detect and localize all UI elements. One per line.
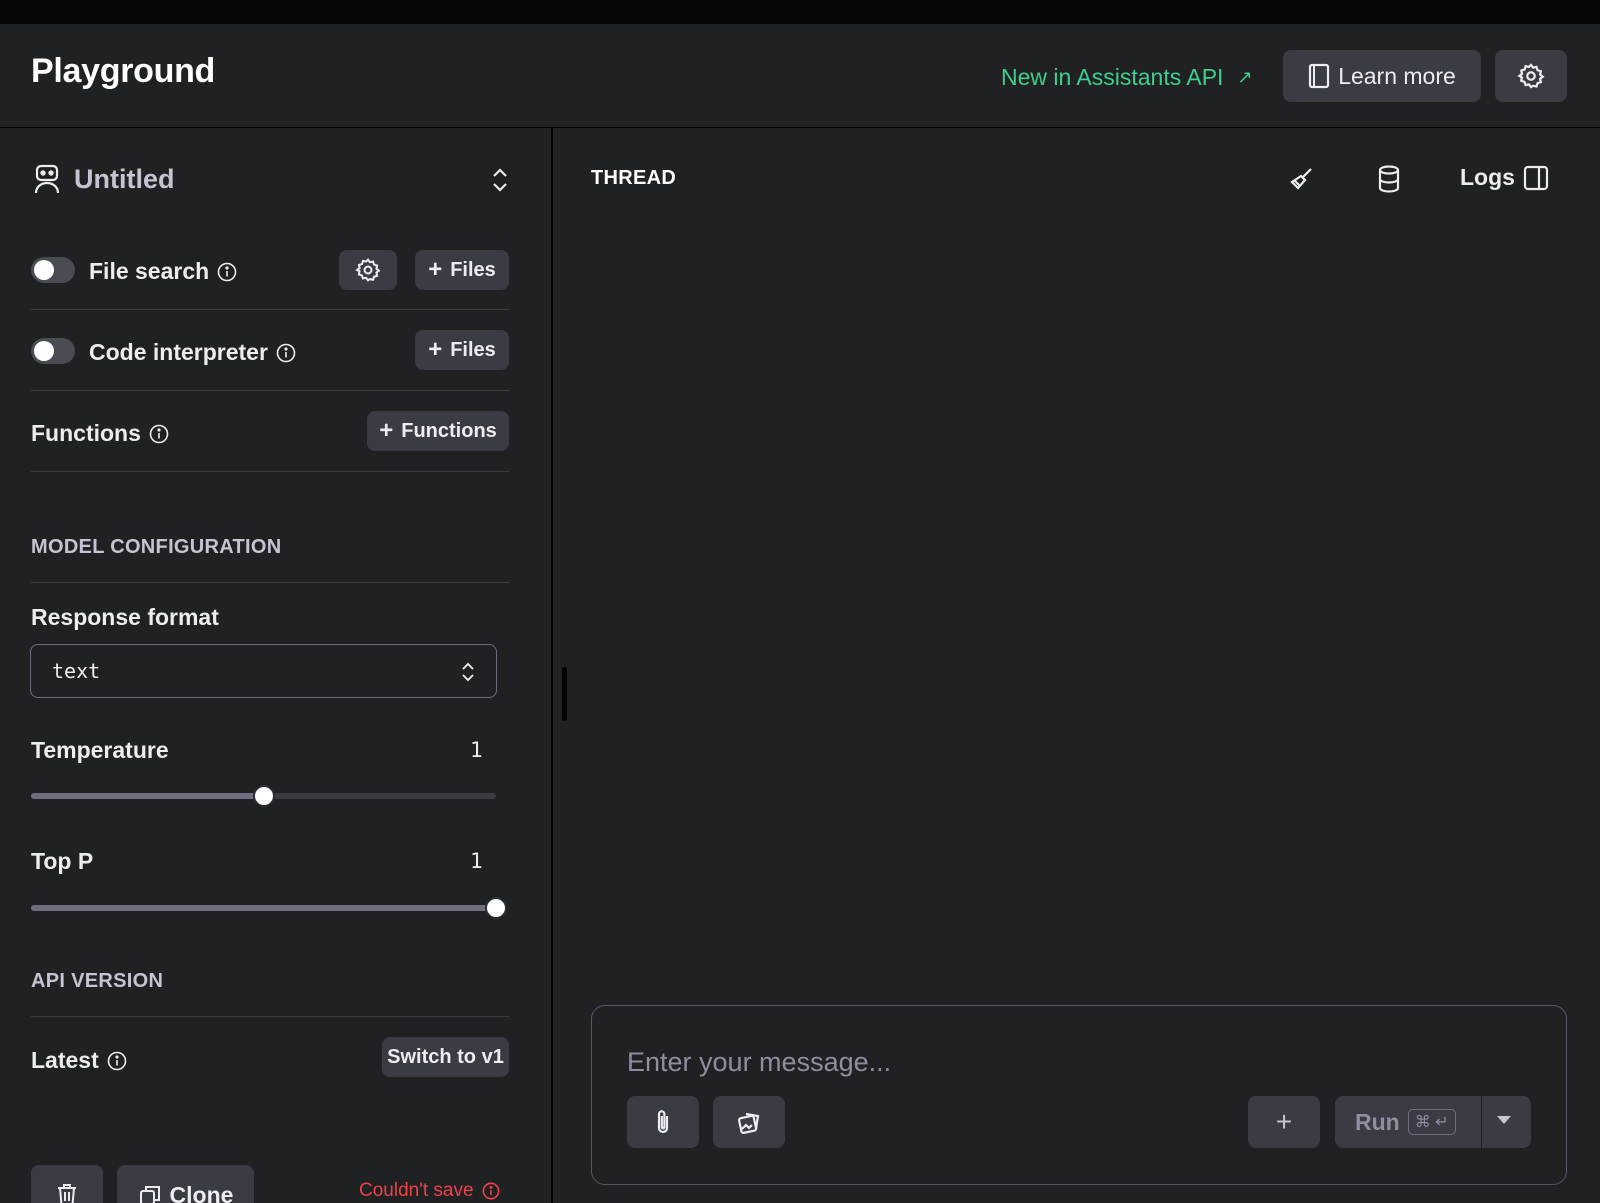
robot-icon — [34, 164, 60, 194]
image-stack-icon — [737, 1112, 760, 1135]
database-icon[interactable] — [1377, 165, 1401, 193]
clone-label: Clone — [169, 1181, 234, 1203]
new-link-label: New in Assistants API — [1001, 64, 1224, 90]
add-files-label: Files — [450, 258, 496, 281]
resize-handle[interactable] — [562, 667, 567, 721]
attach-button[interactable] — [627, 1096, 699, 1148]
top-p-fill — [31, 905, 496, 911]
divider — [31, 390, 509, 391]
panel-divider — [551, 128, 553, 1203]
message-composer — [591, 1005, 1567, 1185]
copy-icon — [139, 1186, 160, 1203]
logs-label: Logs — [1460, 164, 1515, 190]
add-functions-button[interactable]: + Functions — [367, 411, 509, 451]
run-divider — [1481, 1096, 1482, 1148]
chevron-down-icon[interactable] — [1497, 1116, 1511, 1124]
response-format-value: text — [52, 659, 101, 683]
new-in-assistants-link[interactable]: New in Assistants API ↗ — [1001, 64, 1253, 91]
book-icon — [1309, 63, 1330, 89]
assistant-selector[interactable]: Untitled — [32, 163, 175, 195]
temperature-knob[interactable] — [253, 785, 275, 807]
temperature-label: Temperature — [31, 737, 169, 763]
code-interpreter-add-files-button[interactable]: + Files — [415, 330, 509, 370]
model-configuration-heading: MODEL CONFIGURATION — [31, 536, 282, 558]
response-format-label: Response format — [31, 604, 219, 630]
save-status-label: Couldn't save — [359, 1180, 474, 1201]
file-search-row: File search — [89, 258, 237, 285]
chevron-updown-icon[interactable] — [489, 166, 511, 194]
learn-more-label: Learn more — [1338, 62, 1456, 89]
file-search-add-files-button[interactable]: + Files — [415, 250, 509, 290]
thread-heading: THREAD — [591, 167, 677, 189]
chevron-updown-icon — [462, 662, 474, 682]
gear-icon — [355, 258, 381, 282]
divider — [31, 1016, 509, 1017]
file-search-toggle[interactable] — [31, 257, 75, 283]
top-p-label: Top P — [31, 848, 94, 874]
add-files-label: Files — [450, 338, 496, 361]
run-button[interactable]: Run ⌘ ↵ — [1335, 1096, 1531, 1148]
code-interpreter-label: Code interpreter — [89, 339, 268, 365]
file-search-settings-button[interactable] — [339, 250, 397, 290]
gear-icon — [1517, 63, 1545, 89]
top-p-value: 1 — [470, 849, 483, 873]
file-search-label: File search — [89, 258, 210, 284]
add-functions-label: Functions — [401, 419, 497, 442]
clone-button[interactable]: Clone — [117, 1165, 254, 1203]
external-arrow-icon: ↗ — [1237, 67, 1253, 87]
api-version-row: Latest — [31, 1047, 127, 1074]
add-message-button[interactable]: + — [1248, 1096, 1320, 1148]
temperature-value: 1 — [470, 738, 483, 762]
learn-more-button[interactable]: Learn more — [1283, 50, 1481, 102]
functions-row: Functions — [31, 420, 169, 447]
divider — [31, 309, 509, 310]
images-button[interactable] — [713, 1096, 785, 1148]
sidebar-panel-icon — [1523, 165, 1549, 190]
trash-icon — [58, 1184, 76, 1203]
info-icon[interactable] — [149, 424, 169, 444]
message-input[interactable] — [627, 1040, 1427, 1084]
page-title: Playground — [31, 52, 216, 90]
save-status: Couldn't save — [359, 1180, 500, 1202]
logs-button[interactable]: Logs — [1460, 164, 1549, 191]
code-interpreter-row: Code interpreter — [89, 339, 296, 366]
plus-icon: + — [428, 256, 443, 283]
response-format-select[interactable]: text — [30, 644, 497, 698]
top-p-knob[interactable] — [485, 897, 507, 919]
header-settings-button[interactable] — [1495, 50, 1567, 102]
plus-icon: + — [379, 417, 394, 444]
api-version-label: Latest — [31, 1047, 99, 1073]
functions-label: Functions — [31, 420, 141, 446]
temperature-fill — [31, 793, 264, 799]
temperature-slider[interactable] — [31, 785, 496, 807]
delete-button[interactable] — [31, 1165, 103, 1203]
clear-thread-icon[interactable] — [1289, 166, 1315, 192]
run-label: Run — [1355, 1108, 1400, 1135]
paperclip-icon — [657, 1110, 669, 1134]
divider — [31, 471, 509, 472]
api-version-heading: API VERSION — [31, 970, 164, 992]
run-shortcut: ⌘ ↵ — [1407, 1109, 1456, 1135]
info-icon[interactable] — [107, 1051, 127, 1071]
plus-icon: + — [428, 336, 443, 363]
info-icon[interactable] — [482, 1182, 500, 1200]
info-icon[interactable] — [276, 343, 296, 363]
info-icon[interactable] — [217, 262, 237, 282]
code-interpreter-toggle[interactable] — [31, 338, 75, 364]
divider — [31, 582, 509, 583]
switch-to-v1-button[interactable]: Switch to v1 — [382, 1037, 509, 1077]
assistant-name: Untitled — [74, 163, 175, 194]
top-bar — [0, 0, 1600, 24]
top-p-slider[interactable] — [31, 897, 507, 919]
